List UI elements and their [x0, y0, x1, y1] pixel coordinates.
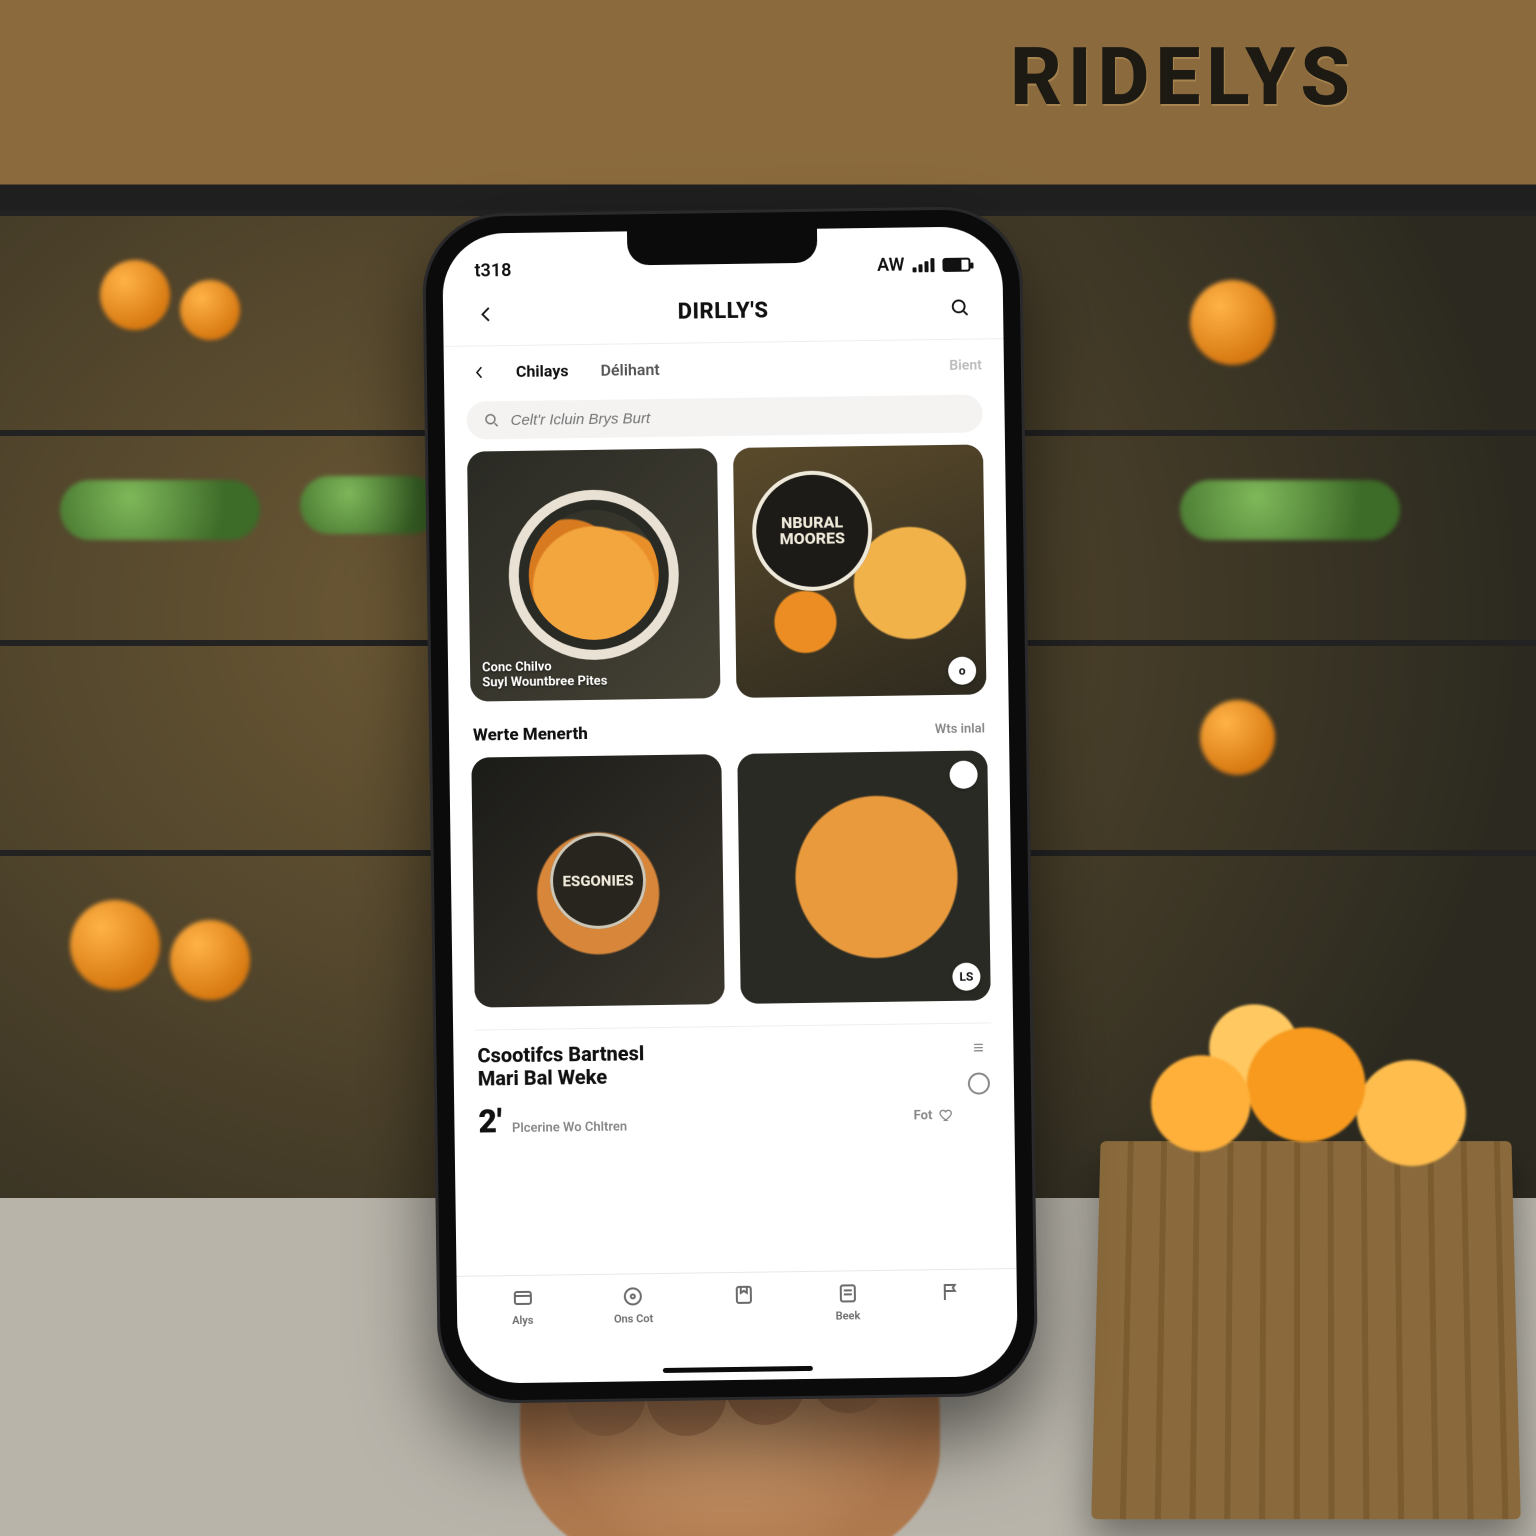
- featured-row: Conc Chilvo Suyl Wountbree Pites NBURAL …: [467, 444, 986, 701]
- tab-saved[interactable]: [732, 1283, 756, 1311]
- heart-icon: [938, 1107, 954, 1123]
- select-toggle[interactable]: [968, 1072, 990, 1094]
- view-all-link[interactable]: Wts inlal: [935, 721, 985, 737]
- home-icon: [510, 1286, 534, 1310]
- tab-primary[interactable]: Chilays: [506, 355, 579, 387]
- produce-crate: [1091, 1141, 1520, 1519]
- app-header: DIRLLY'S: [443, 280, 1004, 347]
- recipe-card[interactable]: ESGONIES: [471, 754, 724, 1007]
- search-button[interactable]: [943, 291, 977, 325]
- status-carrier: AW: [877, 255, 905, 276]
- featured-card[interactable]: NBURAL MOORES o: [733, 444, 986, 697]
- compass-icon: [621, 1284, 645, 1308]
- list-item-subtitle: Plcerine Wo Chltren: [512, 1119, 627, 1136]
- battery-icon: [942, 257, 970, 271]
- produce: [1190, 280, 1275, 365]
- phone-screen: t318 AW DIRLLY'S Chilays Délihant Bien: [442, 226, 1018, 1384]
- list-item-actions: ≡: [967, 1037, 990, 1094]
- card-caption: Conc Chilvo Suyl Wountbree Pites: [482, 658, 708, 691]
- search-icon: [949, 297, 971, 319]
- recipe-card[interactable]: LS: [737, 750, 990, 1003]
- list-item[interactable]: Csootifcs Bartnesl Mari Bal Weke 2' Plce…: [475, 1022, 993, 1148]
- store-sign: RIDELYS: [1010, 30, 1356, 124]
- chevron-left-icon: [471, 363, 489, 381]
- list-item-title: Csootifcs Bartnesl Mari Bal Weke: [477, 1038, 954, 1091]
- produce: [180, 280, 240, 340]
- notch: [627, 229, 817, 266]
- search-field[interactable]: [466, 394, 982, 439]
- app-title: DIRLLY'S: [678, 298, 769, 324]
- card-image: [737, 750, 990, 1003]
- list-item-number: 2': [478, 1102, 502, 1140]
- tab-orders[interactable]: Beek: [835, 1281, 860, 1322]
- category-tabs: Chilays Délihant Bient: [444, 339, 1005, 396]
- produce: [100, 260, 170, 330]
- favorite-button[interactable]: Fot: [913, 1107, 954, 1124]
- arrow-left-icon: [475, 303, 497, 325]
- receipt-icon: [835, 1281, 859, 1305]
- back-button[interactable]: [469, 297, 503, 331]
- produce: [170, 920, 250, 1000]
- produce: [1180, 480, 1400, 540]
- tab-browse[interactable]: Ons Cot: [614, 1284, 654, 1326]
- produce: [60, 480, 260, 540]
- flag-icon: [939, 1280, 963, 1304]
- tab-account[interactable]: [939, 1280, 963, 1308]
- section-header: Werte Menerth Wts inlal: [473, 718, 985, 745]
- status-time: t318: [474, 260, 511, 282]
- produce: [1200, 700, 1275, 775]
- phone-frame: t318 AW DIRLLY'S Chilays Délihant Bien: [422, 206, 1039, 1404]
- search-icon: [482, 411, 500, 429]
- featured-card[interactable]: Conc Chilvo Suyl Wountbree Pites: [467, 448, 720, 701]
- secondary-row: ESGONIES LS: [471, 750, 990, 1007]
- content-scroll[interactable]: Conc Chilvo Suyl Wountbree Pites NBURAL …: [445, 444, 1016, 1276]
- produce: [70, 900, 160, 990]
- bookmark-icon: [732, 1283, 756, 1307]
- section-title: Werte Menerth: [473, 724, 588, 746]
- tab-secondary[interactable]: Délihant: [590, 354, 670, 386]
- produce: [300, 476, 440, 534]
- tab-more[interactable]: Bient: [949, 357, 982, 373]
- signal-icon: [912, 258, 934, 272]
- more-icon[interactable]: ≡: [973, 1037, 984, 1058]
- tab-home[interactable]: Alys: [510, 1286, 535, 1327]
- tab-bar: Alys Ons Cot Beek: [457, 1268, 1018, 1362]
- subnav-back[interactable]: [466, 358, 494, 386]
- search-input[interactable]: [510, 405, 966, 428]
